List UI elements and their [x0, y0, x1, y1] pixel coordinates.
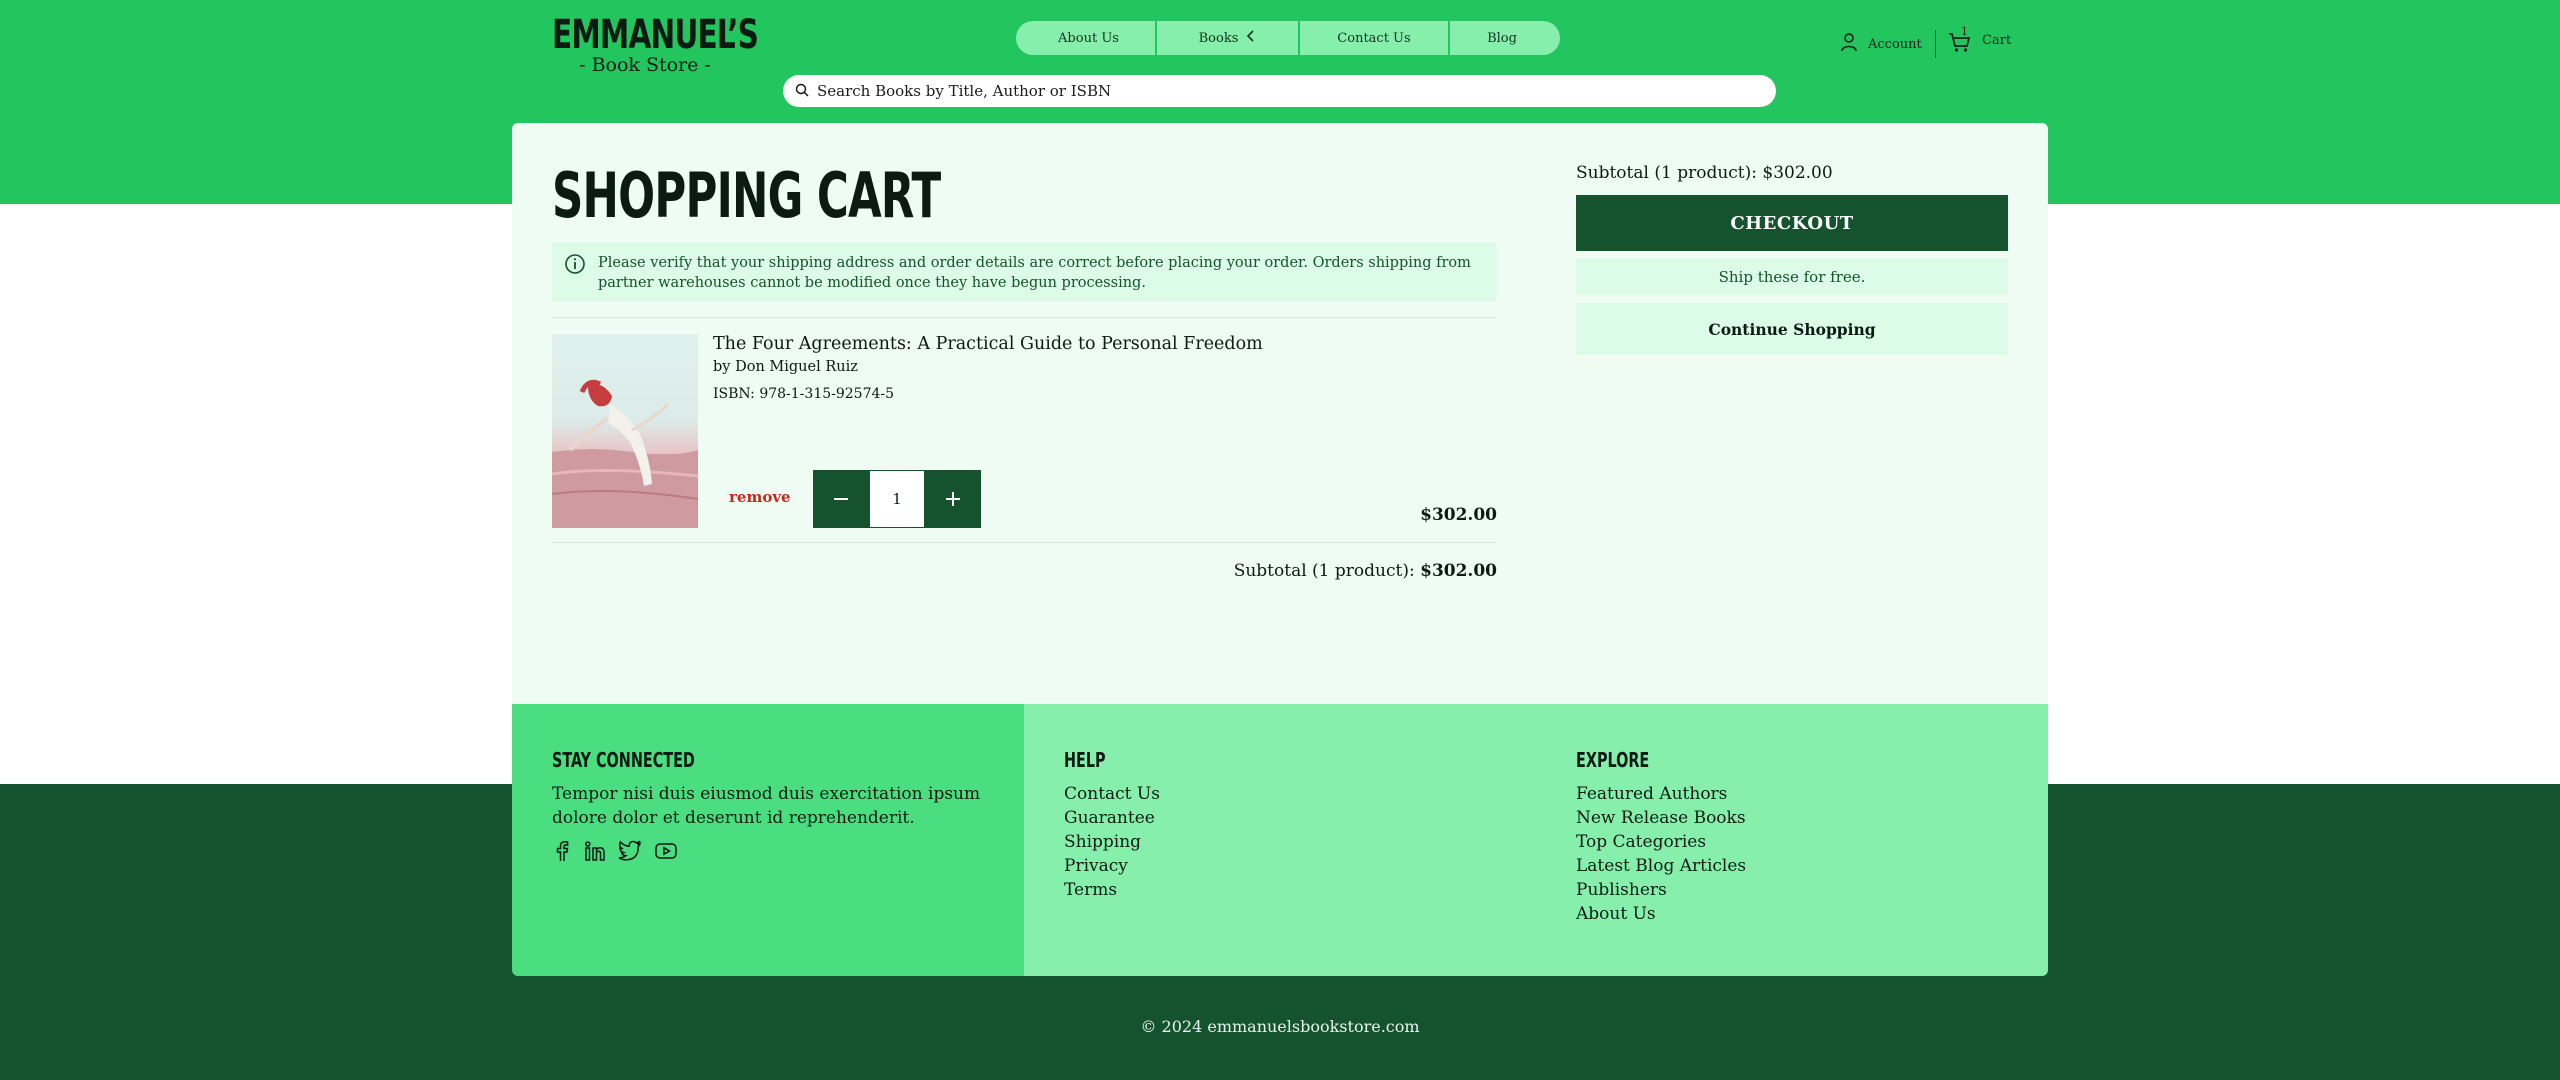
item-price: $302.00: [1420, 505, 1497, 525]
shopping-cart-panel: SHOPPING CART Please verify that your sh…: [512, 123, 2048, 704]
quantity-stepper: [813, 470, 981, 528]
order-notice: Please verify that your shipping address…: [552, 243, 1497, 301]
account-label: Account: [1868, 36, 1922, 52]
divider: [552, 542, 1497, 543]
footer-connect-text: Tempor nisi duis eiusmod duis exercitati…: [552, 784, 981, 828]
nav-contact-us-label: Contact Us: [1337, 30, 1411, 46]
nav-about-us-label: About Us: [1058, 30, 1119, 46]
footer-link-privacy[interactable]: Privacy: [1064, 854, 1160, 878]
footer-link-about-us[interactable]: About Us: [1576, 902, 1746, 926]
footer-link-guarantee[interactable]: Guarantee: [1064, 806, 1160, 830]
cart-link[interactable]: 1 Cart: [1948, 25, 2012, 52]
cart-subtotal: Subtotal (1 product): $302.00: [1112, 561, 1497, 581]
nav-blog-label: Blog: [1487, 30, 1517, 46]
footer-link-shipping[interactable]: Shipping: [1064, 830, 1160, 854]
youtube-icon[interactable]: [654, 840, 678, 866]
remove-item-button[interactable]: remove: [729, 488, 791, 506]
footer-link-latest-blog-articles[interactable]: Latest Blog Articles: [1576, 854, 1746, 878]
footer-help-column: HELP Contact Us Guarantee Shipping Priva…: [1064, 748, 1160, 902]
footer-links-section: HELP Contact Us Guarantee Shipping Priva…: [1024, 704, 2048, 976]
user-icon: [1840, 32, 1858, 56]
footer-connect-section: STAY CONNECTED Tempor nisi duis eiusmod …: [512, 704, 1024, 976]
search-bar: [783, 75, 1776, 107]
cart-label: Cart: [1982, 32, 2012, 48]
cart-subtotal-label: Subtotal (1 product):: [1233, 561, 1421, 581]
header-divider: [1935, 30, 1936, 58]
copyright-text: © 2024 emmanuelsbookstore.com: [1140, 1017, 1420, 1036]
page-title: SHOPPING CART: [552, 159, 941, 232]
cart-icon: 1: [1948, 25, 1972, 52]
footer-help-heading: HELP: [1064, 748, 1106, 772]
footer-explore-heading: EXPLORE: [1576, 748, 1650, 772]
footer-explore-column: EXPLORE Featured Authors New Release Boo…: [1576, 748, 1746, 926]
minus-icon: [834, 498, 848, 500]
search-input[interactable]: [817, 82, 1757, 100]
footer-link-publishers[interactable]: Publishers: [1576, 878, 1746, 902]
logo-title: EMMANUEL’S: [552, 12, 759, 58]
nav-contact-us[interactable]: Contact Us: [1300, 21, 1448, 55]
social-links: [552, 840, 1024, 866]
search-icon[interactable]: [795, 82, 809, 101]
divider: [552, 317, 1497, 318]
footer-link-new-release-books[interactable]: New Release Books: [1576, 806, 1746, 830]
cart-subtotal-value: $302.00: [1420, 561, 1497, 581]
twitter-icon[interactable]: [618, 840, 642, 866]
footer-link-top-categories[interactable]: Top Categories: [1576, 830, 1746, 854]
item-isbn: ISBN: 978-1-315-92574-5: [713, 386, 895, 402]
account-link[interactable]: Account: [1840, 32, 1922, 56]
item-author: by Don Miguel Ruiz: [713, 359, 858, 375]
checkout-button[interactable]: CHECKOUT: [1576, 195, 2008, 251]
store-logo[interactable]: EMMANUEL’S - Book Store -: [552, 12, 759, 76]
nav-books-label: Books: [1198, 30, 1239, 46]
nav-about-us[interactable]: About Us: [1016, 21, 1155, 55]
site-footer: STAY CONNECTED Tempor nisi duis eiusmod …: [512, 704, 2048, 976]
nav-blog[interactable]: Blog: [1450, 21, 1560, 55]
decrease-quantity-button[interactable]: [813, 470, 869, 528]
book-cover-image[interactable]: [552, 334, 698, 528]
info-icon: [564, 253, 586, 279]
summary-subtotal: Subtotal (1 product): $302.00: [1576, 163, 1833, 183]
footer-connect-heading: STAY CONNECTED: [552, 748, 695, 772]
free-shipping-note: Ship these for free.: [1576, 259, 2008, 295]
facebook-icon[interactable]: [552, 840, 572, 866]
site-header: EMMANUEL’S - Book Store - About Us Books…: [0, 0, 2560, 120]
linkedin-icon[interactable]: [584, 840, 606, 866]
main-nav: About Us Books Contact Us Blog: [1016, 21, 1560, 55]
footer-link-terms[interactable]: Terms: [1064, 878, 1160, 902]
item-title[interactable]: The Four Agreements: A Practical Guide t…: [713, 334, 1263, 354]
footer-link-featured-authors[interactable]: Featured Authors: [1576, 782, 1746, 806]
increase-quantity-button[interactable]: [925, 470, 981, 528]
chevron-left-icon: [1246, 30, 1256, 46]
quantity-input[interactable]: [869, 470, 925, 528]
notice-text: Please verify that your shipping address…: [598, 255, 1471, 291]
footer-link-contact-us[interactable]: Contact Us: [1064, 782, 1160, 806]
plus-icon: [946, 492, 960, 506]
continue-shopping-button[interactable]: Continue Shopping: [1576, 303, 2008, 355]
nav-books[interactable]: Books: [1157, 21, 1298, 55]
